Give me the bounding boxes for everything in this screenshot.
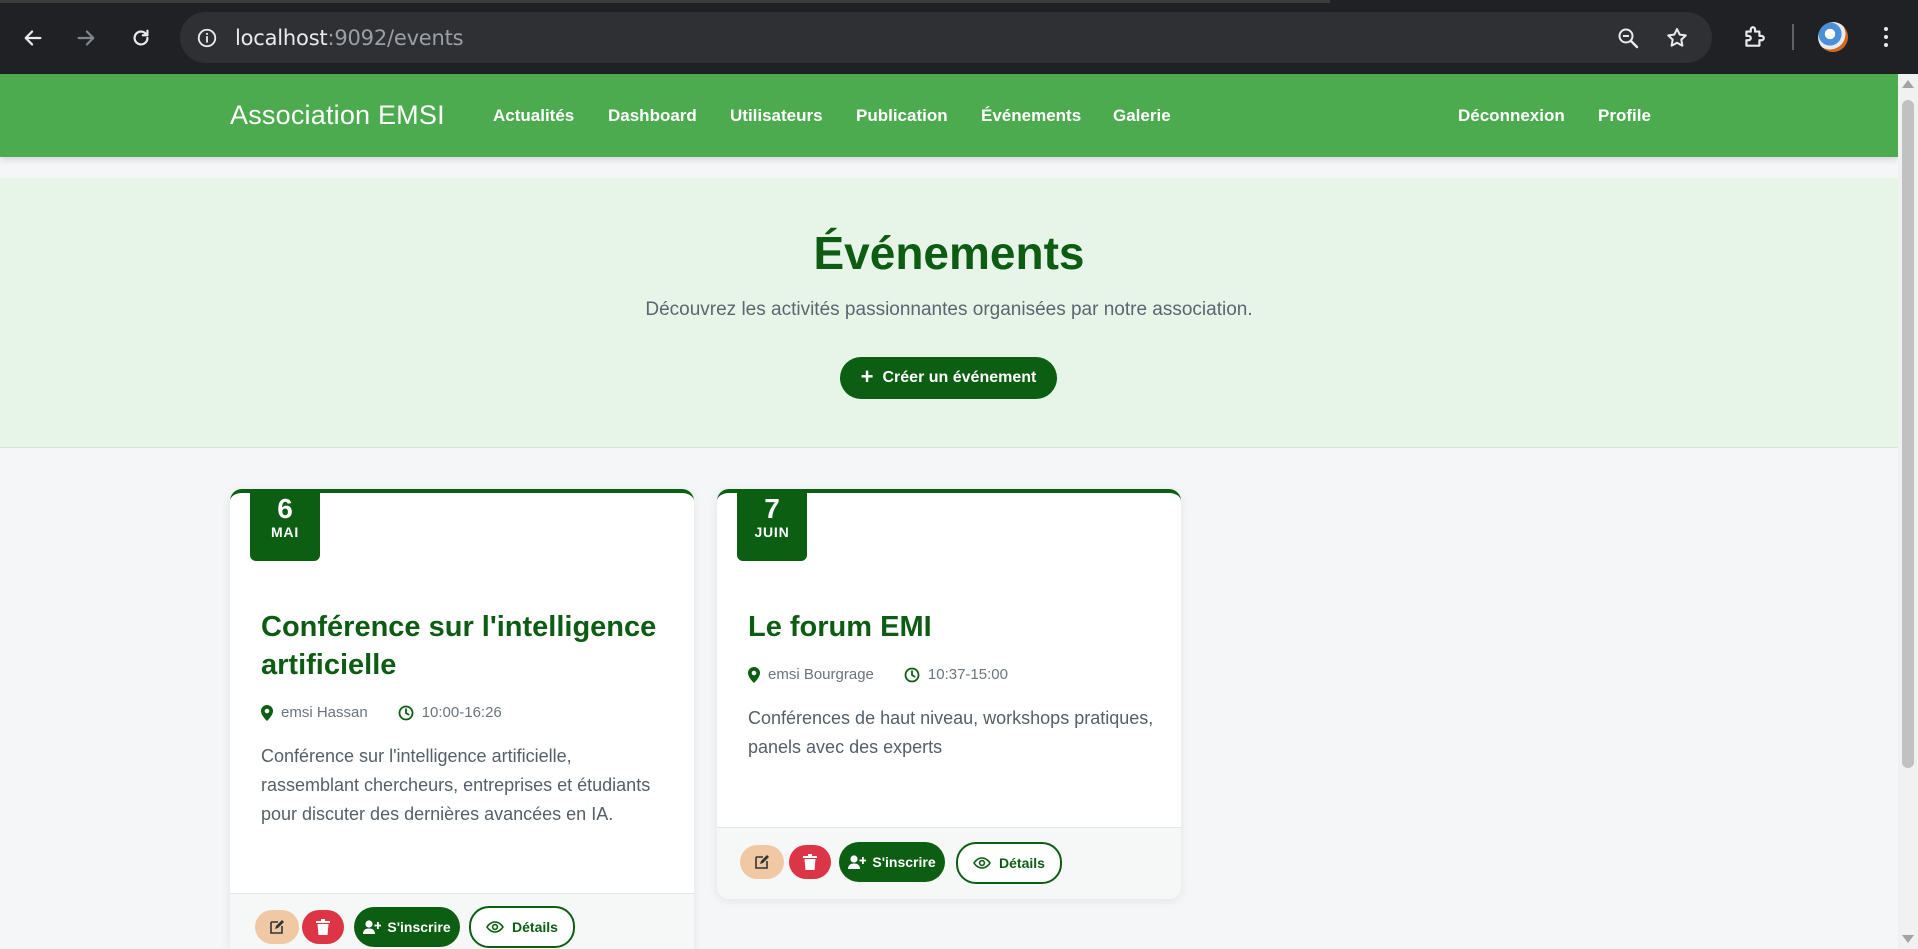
date-badge: 7 JUIN bbox=[737, 493, 807, 561]
event-description-line: Conférence sur l'intelligence artificiel… bbox=[261, 746, 572, 766]
event-day: 7 bbox=[764, 493, 780, 524]
event-meta: emsi Hassan 10:00-16:26 bbox=[261, 704, 502, 721]
url-text[interactable]: localhost:9092/events bbox=[235, 26, 464, 50]
edit-icon bbox=[755, 855, 769, 869]
event-description: Conférence sur l'intelligence artificiel… bbox=[261, 742, 671, 829]
edit-button[interactable] bbox=[255, 910, 299, 944]
subscribe-label: S'inscrire bbox=[387, 919, 451, 935]
zoom-icon[interactable] bbox=[1615, 25, 1641, 51]
eye-icon bbox=[486, 921, 504, 933]
subscribe-button[interactable]: S'inscrire bbox=[354, 907, 460, 947]
event-description-line: pour discuter des dernières avancées en … bbox=[261, 804, 614, 824]
event-description-line: panels avec des experts bbox=[748, 737, 943, 757]
scroll-down-arrow-icon[interactable] bbox=[1902, 935, 1914, 943]
event-meta: emsi Bourgrage 10:37-15:00 bbox=[748, 666, 1008, 683]
nav-utilisateurs[interactable]: Utilisateurs bbox=[730, 106, 823, 126]
nav-deconnexion[interactable]: Déconnexion bbox=[1458, 106, 1565, 126]
event-day: 6 bbox=[277, 493, 293, 524]
event-card: 6 MAI Conférence sur l'intelligence arti… bbox=[230, 489, 694, 949]
date-badge: 6 MAI bbox=[250, 493, 320, 561]
subscribe-label: S'inscrire bbox=[872, 854, 936, 870]
back-button[interactable] bbox=[14, 19, 52, 57]
arrow-right-icon bbox=[77, 30, 95, 46]
nav-publication[interactable]: Publication bbox=[856, 106, 948, 126]
page-title: Événements bbox=[813, 227, 1085, 279]
user-plus-icon bbox=[363, 920, 382, 934]
trash-icon bbox=[316, 919, 330, 935]
event-location: emsi Hassan bbox=[281, 704, 368, 721]
trash-icon bbox=[803, 854, 817, 870]
address-bar[interactable]: localhost:9092/events bbox=[180, 12, 1712, 63]
profile-avatar[interactable] bbox=[1818, 22, 1848, 52]
page-subtitle: Découvrez les activités passionnantes or… bbox=[645, 299, 1253, 320]
forward-button[interactable] bbox=[67, 19, 105, 57]
delete-button[interactable] bbox=[302, 910, 344, 944]
event-location: emsi Bourgrage bbox=[768, 666, 874, 683]
delete-button[interactable] bbox=[789, 845, 831, 879]
event-card: 7 JUIN Le forum EMI emsi Bourgrage 10:37… bbox=[717, 489, 1181, 899]
reload-button[interactable] bbox=[122, 19, 160, 57]
event-time: 10:37-15:00 bbox=[927, 666, 1008, 683]
url-host: localhost bbox=[235, 26, 328, 50]
event-card-actions: S'inscrire Détails bbox=[717, 827, 1181, 899]
tab-strip bbox=[0, 0, 1330, 3]
page-scrollbar[interactable] bbox=[1898, 74, 1918, 949]
extensions-icon[interactable] bbox=[1739, 22, 1769, 52]
event-title[interactable]: Conférence sur l'intelligence artificiel… bbox=[261, 608, 656, 684]
site-navbar: Association EMSI Actualités Dashboard Ut… bbox=[0, 74, 1898, 157]
event-month: JUIN bbox=[754, 524, 790, 540]
browser-toolbar: localhost:9092/events bbox=[0, 0, 1918, 74]
nav-actualites[interactable]: Actualités bbox=[493, 106, 574, 126]
event-month: MAI bbox=[270, 524, 300, 540]
url-path: :9092/events bbox=[327, 26, 464, 50]
nav-dashboard[interactable]: Dashboard bbox=[608, 106, 697, 126]
event-title-line: artificielle bbox=[261, 649, 397, 681]
arrow-left-icon bbox=[24, 30, 42, 46]
details-button[interactable]: Détails bbox=[469, 906, 575, 948]
details-button[interactable]: Détails bbox=[956, 842, 1062, 884]
create-event-label: Créer un événement bbox=[882, 369, 1037, 386]
event-card-actions: S'inscrire Détails bbox=[230, 893, 694, 949]
clock-icon bbox=[398, 705, 414, 720]
reload-icon bbox=[133, 29, 149, 46]
event-time: 10:00-16:26 bbox=[421, 704, 502, 721]
site-info-icon[interactable] bbox=[194, 25, 219, 50]
event-title-line: Conférence sur l'intelligence bbox=[261, 611, 657, 643]
edit-button[interactable] bbox=[740, 845, 784, 879]
nav-galerie[interactable]: Galerie bbox=[1113, 106, 1171, 126]
create-event-button[interactable]: + Créer un événement bbox=[840, 357, 1057, 399]
scrollbar-thumb[interactable] bbox=[1902, 100, 1914, 768]
edit-icon bbox=[270, 920, 284, 934]
location-pin-icon bbox=[261, 704, 273, 721]
eye-icon bbox=[973, 857, 991, 869]
menu-kebab-icon[interactable] bbox=[1876, 22, 1896, 52]
details-label: Détails bbox=[999, 855, 1045, 871]
user-plus-icon bbox=[848, 855, 867, 869]
details-label: Détails bbox=[512, 919, 558, 935]
events-hero: Événements Découvrez les activités passi… bbox=[0, 178, 1898, 448]
event-description-line: rassemblant chercheurs, entreprises et é… bbox=[261, 775, 651, 795]
clock-icon bbox=[904, 667, 920, 682]
event-description-line: Conférences de haut niveau, workshops pr… bbox=[748, 708, 1154, 728]
nav-evenements[interactable]: Événements bbox=[981, 106, 1081, 126]
location-pin-icon bbox=[748, 666, 760, 683]
event-title-line: Le forum EMI bbox=[748, 611, 932, 643]
bookmark-star-icon[interactable] bbox=[1664, 25, 1690, 51]
nav-profile[interactable]: Profile bbox=[1598, 106, 1651, 126]
plus-icon: + bbox=[860, 364, 874, 389]
event-title[interactable]: Le forum EMI bbox=[748, 608, 932, 646]
event-description: Conférences de haut niveau, workshops pr… bbox=[748, 704, 1158, 762]
brand-logo[interactable]: Association EMSI bbox=[230, 100, 445, 131]
subscribe-button[interactable]: S'inscrire bbox=[839, 842, 945, 882]
toolbar-divider bbox=[1792, 24, 1794, 50]
scroll-up-arrow-icon[interactable] bbox=[1902, 80, 1914, 88]
